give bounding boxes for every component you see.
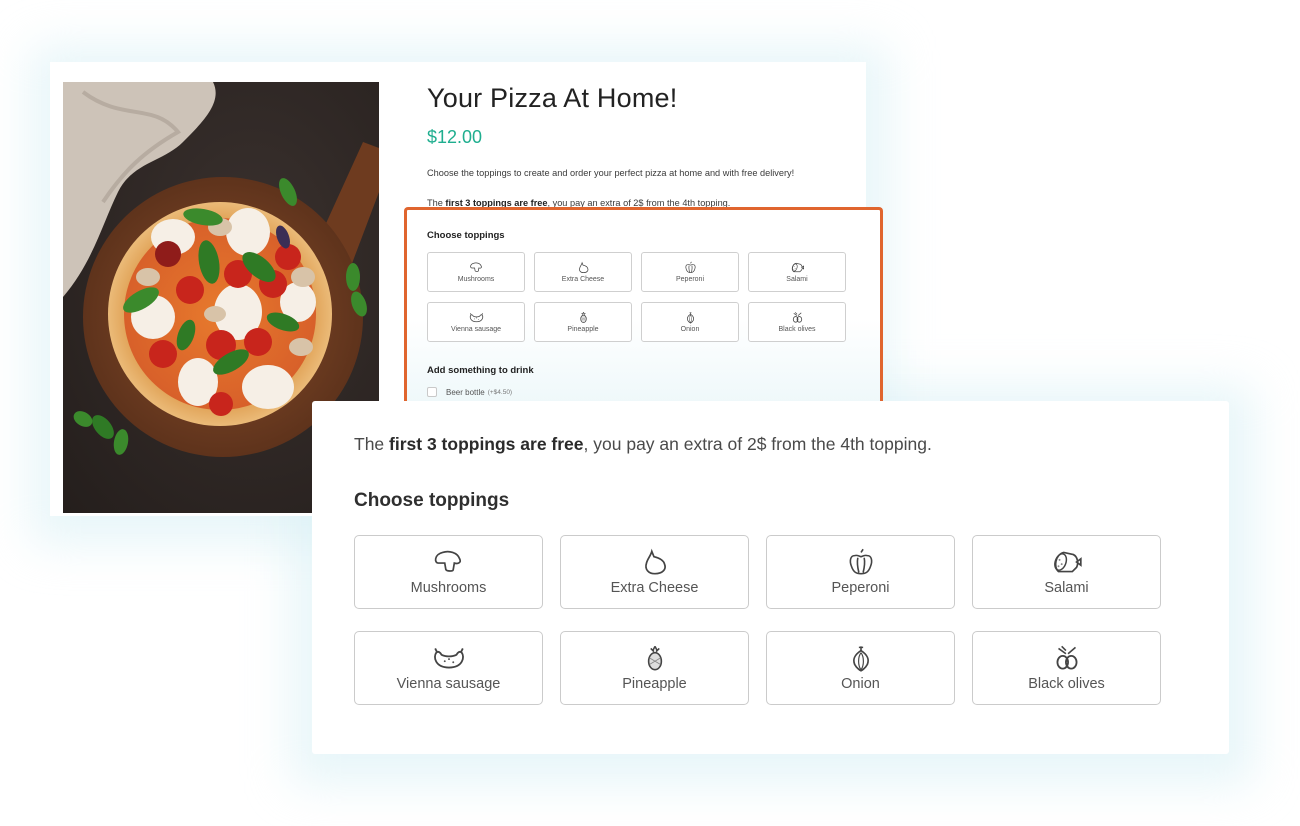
mushroom-icon (469, 262, 482, 272)
olives-icon (1056, 645, 1077, 670)
toppings-grid: Mushrooms Extra Cheese Peperoni Salami Vienn… (354, 535, 1161, 705)
topping-tile[interactable]: Vienna sausage (354, 631, 543, 705)
toppings-section-label: Choose toppings (427, 230, 505, 241)
topping-label: Extra Cheese (561, 276, 605, 283)
topping-label: Onion (680, 326, 700, 333)
topping-label: Vienna sausage (396, 676, 501, 692)
toppings-grid-small: Mushrooms Extra Cheese Peperoni Salami Vienn… (427, 252, 846, 342)
pepper-icon (684, 261, 696, 274)
topping-tile[interactable]: Onion (641, 302, 739, 342)
topping-label: Pineapple (622, 676, 687, 692)
drink-label: Beer bottle (446, 387, 485, 397)
drink-price-extra: (+$4.50) (487, 388, 513, 396)
pineapple-icon (579, 312, 587, 324)
topping-tile[interactable]: Extra Cheese (534, 252, 632, 292)
toppings-section-label-large: Choose toppings (354, 490, 510, 511)
topping-label: Peperoni (675, 276, 705, 283)
topping-label: Mushrooms (457, 276, 495, 283)
product-description: Choose the toppings to create and order … (427, 168, 795, 178)
topping-tile[interactable]: Vienna sausage (427, 302, 525, 342)
topping-label: Onion (841, 676, 880, 692)
cheese-icon (644, 548, 666, 575)
free-toppings-note-large: The first 3 toppings are free, you pay a… (354, 434, 932, 455)
topping-tile[interactable]: Salami (748, 252, 846, 292)
topping-label: Vienna sausage (450, 326, 502, 333)
topping-label: Peperoni (831, 580, 890, 596)
toppings-highlight: Choose toppings Mushrooms Extra Cheese Pep… (404, 207, 883, 407)
topping-tile[interactable]: Black olives (972, 631, 1161, 705)
free-note-prefix: The (354, 434, 390, 454)
topping-tile[interactable]: Pineapple (534, 302, 632, 342)
olives-icon (792, 312, 802, 323)
mushroom-icon (434, 550, 461, 572)
topping-tile[interactable]: Onion (766, 631, 955, 705)
topping-tile[interactable]: Mushrooms (354, 535, 543, 609)
topping-label: Pineapple (567, 326, 599, 333)
zoomed-toppings-card: The first 3 toppings are free, you pay a… (312, 401, 1229, 754)
topping-tile[interactable]: Mushrooms (427, 252, 525, 292)
product-price: $12.00 (427, 127, 483, 147)
sausage-icon (433, 648, 464, 669)
drink-option-beer[interactable]: Beer bottle (+$4.50) (427, 387, 512, 397)
onion-icon (852, 646, 869, 672)
topping-label: Salami (1044, 580, 1089, 596)
topping-tile[interactable]: Peperoni (641, 252, 739, 292)
topping-label: Black olives (1028, 676, 1105, 692)
topping-label: Mushrooms (410, 580, 487, 596)
topping-tile[interactable]: Extra Cheese (560, 535, 749, 609)
beer-checkbox[interactable] (427, 387, 437, 397)
onion-icon (686, 312, 694, 324)
topping-label: Salami (786, 276, 808, 283)
salami-icon (1053, 551, 1082, 573)
topping-label: Black olives (778, 326, 816, 333)
cheese-icon (578, 261, 588, 274)
topping-tile[interactable]: Salami (972, 535, 1161, 609)
product-title: Your Pizza At Home! (427, 83, 678, 113)
free-note-bold: first 3 toppings are free (389, 434, 584, 454)
free-note-suffix: , you pay an extra of 2$ from the 4th to… (583, 434, 932, 454)
sausage-icon (469, 313, 483, 323)
topping-label: Extra Cheese (610, 580, 699, 596)
topping-tile[interactable]: Peperoni (766, 535, 955, 609)
salami-icon (791, 262, 804, 273)
topping-tile[interactable]: Black olives (748, 302, 846, 342)
pepper-icon (849, 548, 872, 575)
pineapple-icon (647, 645, 662, 671)
product-info: Your Pizza At Home! $12.00 Choose the to… (427, 82, 857, 210)
topping-tile[interactable]: Pineapple (560, 631, 749, 705)
drinks-section-label: Add something to drink (427, 365, 534, 376)
